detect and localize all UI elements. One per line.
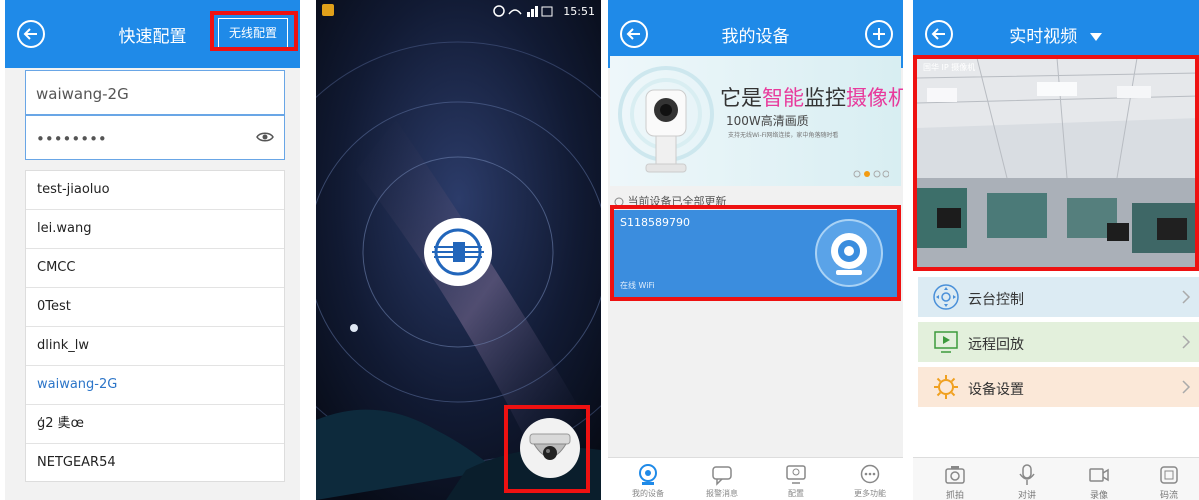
menu-label: 云台控制 (968, 292, 1024, 308)
ssid-input[interactable] (34, 81, 258, 107)
menu-remote-playback[interactable]: 远程回放 (918, 322, 1199, 362)
network-connect-icon (432, 228, 484, 276)
stream-quality-icon (1160, 466, 1178, 484)
video-record-icon (1089, 468, 1109, 482)
camera-snapshot-icon (945, 466, 965, 484)
highlight-box (610, 205, 901, 301)
chevron-right-icon (1182, 335, 1191, 349)
tab-label: 更多功能 (854, 489, 886, 498)
toolbar-label: 录像 (1089, 491, 1108, 500)
signal-icons (493, 5, 553, 17)
add-device-button[interactable] (865, 20, 893, 48)
highlight-box (913, 55, 1199, 271)
page-title: 实时视频 (1009, 27, 1078, 47)
plus-icon (873, 28, 885, 40)
promo-banner[interactable]: 它是智能监控摄像机 100W高清画质 支持无线Wi-Fi网络连接，家中角落随时看 (610, 56, 903, 186)
playback-icon (934, 331, 958, 353)
toolbar-label: 码流 (1159, 491, 1178, 500)
video-toolbar: 抓拍 对讲 录像 码流 (913, 457, 1199, 500)
connection-hub-button[interactable] (424, 218, 492, 286)
highlight-box (504, 405, 590, 493)
menu-label: 远程回放 (968, 337, 1024, 353)
wifi-form (25, 70, 285, 160)
app-notification-icon (322, 4, 334, 16)
camera-product-image (618, 66, 714, 173)
highlight-box (210, 11, 298, 51)
tab-config[interactable]: 配置 (766, 458, 826, 500)
toolbar-label: 抓拍 (945, 491, 964, 500)
network-item[interactable]: lei.wang (26, 210, 284, 249)
eye-icon[interactable] (256, 130, 274, 144)
network-list: test-jiaoluo lei.wang CMCC 0Test dlink_l… (25, 170, 285, 482)
caret-down-icon (1089, 33, 1102, 41)
network-item-selected[interactable]: waiwang-2G (26, 366, 284, 405)
clock: 15:51 (563, 5, 595, 18)
network-item[interactable]: test-jiaoluo (26, 171, 284, 210)
network-item[interactable]: 0Test (26, 288, 284, 327)
bottom-tab-bar: 我的设备 报警消息 配置 更多功能 (608, 457, 903, 500)
ptz-icon (933, 284, 959, 310)
network-item[interactable]: CMCC (26, 249, 284, 288)
connecting-screen: 15:51 (316, 0, 601, 500)
chevron-right-icon (1182, 290, 1191, 304)
quick-config-screen: 快速配置 无线配置 test-jiaoluo lei.wang CMCC 0Te… (5, 0, 300, 500)
menu-device-settings[interactable]: 设备设置 (918, 367, 1199, 407)
password-field[interactable] (25, 115, 285, 160)
chevron-right-icon (1182, 380, 1191, 394)
gear-icon (934, 375, 958, 399)
network-item[interactable]: NETGEAR54 (26, 444, 284, 481)
banner-subtitle: 100W高清画质 (726, 114, 809, 128)
stream-button[interactable]: 码流 (1139, 458, 1199, 500)
password-input[interactable] (34, 126, 258, 152)
tab-label: 我的设备 (632, 489, 664, 498)
ssid-field[interactable] (25, 70, 285, 115)
menu-ptz-control[interactable]: 云台控制 (918, 277, 1199, 317)
tab-more[interactable]: 更多功能 (840, 458, 900, 500)
page-title: 我的设备 (721, 27, 790, 47)
more-icon (860, 464, 880, 484)
title-dropdown[interactable]: 实时视频 (913, 22, 1199, 47)
tab-alarm-messages[interactable]: 报警消息 (692, 458, 752, 500)
my-devices-screen: 我的设备 它是智能监控摄像机 100W高清画质 支持无线Wi-Fi网络连接，家中… (608, 0, 903, 500)
record-button[interactable]: 录像 (1069, 458, 1129, 500)
tab-label: 报警消息 (706, 489, 738, 498)
banner-tagline: 支持无线Wi-Fi网络连接，家中角落随时看 (728, 132, 839, 139)
snapshot-button[interactable]: 抓拍 (925, 458, 985, 500)
toolbar-label: 对讲 (1017, 491, 1036, 500)
tab-label: 配置 (788, 489, 804, 498)
message-icon (712, 466, 732, 486)
network-item[interactable]: ģ2 奊œ (26, 405, 284, 444)
device-tab-icon (639, 464, 657, 485)
monitor-icon (786, 465, 806, 484)
banner-headline: 它是智能监控摄像机 (720, 86, 903, 110)
network-item[interactable]: dlink_lw (26, 327, 284, 366)
live-video-screen: 实时视频 国华 IP 摄像机 云台控制 远程回放 设备设置 抓拍 对讲 录像 码… (913, 0, 1199, 500)
talk-button[interactable]: 对讲 (997, 458, 1057, 500)
menu-label: 设备设置 (968, 382, 1024, 398)
status-bar: 15:51 (316, 0, 601, 22)
carousel-dots[interactable] (853, 170, 889, 178)
microphone-icon (1019, 464, 1035, 485)
tab-my-devices[interactable]: 我的设备 (618, 458, 678, 500)
